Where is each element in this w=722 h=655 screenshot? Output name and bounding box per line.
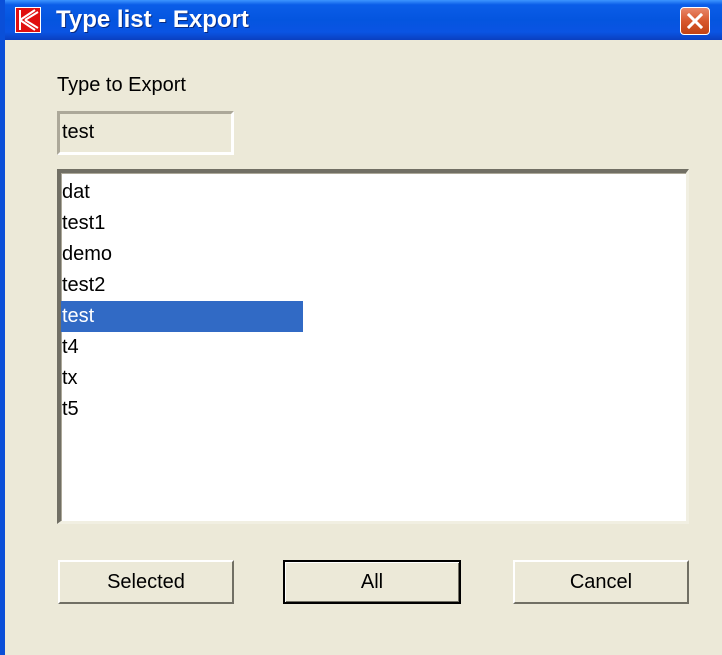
export-dialog: Type list - Export Type to Export test d… (0, 0, 722, 655)
list-item[interactable]: demo (61, 239, 303, 270)
cancel-button[interactable]: Cancel (513, 560, 689, 604)
type-to-export-label: Type to Export (57, 74, 186, 96)
type-to-export-field: test (57, 111, 234, 155)
window-title: Type list - Export (56, 6, 249, 33)
list-item[interactable]: test2 (61, 270, 303, 301)
selected-button[interactable]: Selected (58, 560, 234, 604)
list-item[interactable]: test1 (61, 208, 303, 239)
list-item[interactable]: dat (61, 177, 303, 208)
title-bar[interactable]: Type list - Export (5, 0, 722, 40)
close-button[interactable] (680, 7, 710, 35)
type-list-items: dat test1 demo test2 test t4 tx t5 (61, 177, 303, 425)
app-k-logo-icon (15, 7, 41, 33)
type-listbox[interactable]: dat test1 demo test2 test t4 tx t5 (57, 169, 689, 524)
close-icon (687, 13, 703, 29)
all-button[interactable]: All (283, 560, 461, 604)
list-item[interactable]: t4 (61, 332, 303, 363)
list-item[interactable]: t5 (61, 394, 303, 425)
list-item[interactable]: test (61, 301, 303, 332)
list-item[interactable]: tx (61, 363, 303, 394)
